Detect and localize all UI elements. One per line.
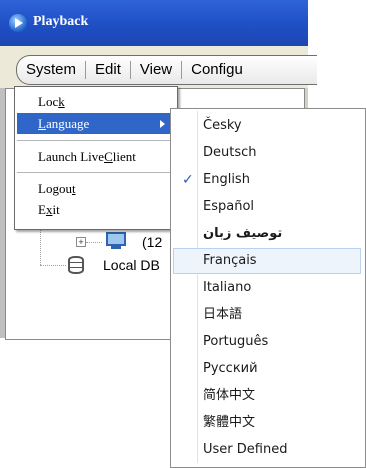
title-bar[interactable]: Playback bbox=[0, 0, 308, 46]
database-icon bbox=[68, 256, 84, 274]
language-label: Česky bbox=[203, 118, 242, 133]
language-label: User Defined bbox=[203, 442, 288, 457]
language-item-italiano[interactable]: Italiano bbox=[173, 275, 361, 301]
tree-connector bbox=[40, 265, 66, 266]
menu-item-language[interactable]: Language bbox=[17, 113, 173, 134]
expand-toggle-icon[interactable]: + bbox=[76, 237, 86, 247]
local-db-label[interactable]: Local DB bbox=[103, 257, 160, 273]
menu-item-label: Launch LiveClient bbox=[38, 149, 136, 164]
language-label: توصیف زبان bbox=[203, 226, 283, 241]
menu-edit[interactable]: Edit bbox=[86, 56, 130, 84]
menu-item-label: Lock bbox=[38, 94, 65, 109]
language-label: Italiano bbox=[203, 280, 252, 295]
language-label: Français bbox=[203, 253, 257, 268]
language-item-traditional-chinese[interactable]: 繁體中文 bbox=[173, 410, 361, 436]
language-label: Deutsch bbox=[203, 145, 257, 160]
language-label: Español bbox=[203, 199, 255, 214]
language-label: Русский bbox=[203, 361, 258, 376]
language-item-persian[interactable]: توصیف زبان bbox=[173, 221, 361, 247]
language-item-simplified-chinese[interactable]: 简体中文 bbox=[173, 383, 361, 409]
menu-item-label: Exit bbox=[38, 202, 60, 217]
tree-connector bbox=[86, 242, 102, 243]
menu-divider bbox=[17, 172, 173, 173]
monitor-icon bbox=[106, 232, 126, 246]
language-item-espanol[interactable]: Español bbox=[173, 194, 361, 220]
device-node-label[interactable]: (12 bbox=[142, 234, 162, 250]
language-label: 简体中文 bbox=[203, 388, 256, 403]
language-item-user-defined[interactable]: User Defined bbox=[173, 437, 361, 463]
menu-system[interactable]: System bbox=[17, 56, 85, 84]
language-label: 日本語 bbox=[203, 307, 243, 322]
menu-item-label: Language bbox=[38, 116, 90, 131]
language-label: English bbox=[203, 172, 250, 187]
monitor-stand-icon bbox=[111, 246, 121, 249]
menu-divider bbox=[17, 140, 173, 141]
menu-view[interactable]: View bbox=[131, 56, 181, 84]
menu-configuration[interactable]: Configu bbox=[182, 56, 252, 84]
system-dropdown-menu: Lock Language Launch LiveClient Logout E… bbox=[14, 86, 178, 230]
language-item-francais[interactable]: Français bbox=[173, 248, 361, 274]
menu-item-lock[interactable]: Lock bbox=[17, 91, 173, 112]
language-submenu: Česky Deutsch ✓ English Español توصیف زب… bbox=[170, 108, 366, 468]
menu-item-exit[interactable]: Exit bbox=[17, 199, 173, 220]
menu-item-logout[interactable]: Logout bbox=[17, 178, 173, 199]
language-item-deutsch[interactable]: Deutsch bbox=[173, 140, 361, 166]
menu-item-label: Logout bbox=[38, 181, 76, 196]
language-label: 繁體中文 bbox=[203, 415, 256, 430]
language-item-english[interactable]: ✓ English bbox=[173, 167, 361, 193]
playback-app-icon bbox=[9, 14, 27, 32]
menu-item-launch-liveclient[interactable]: Launch LiveClient bbox=[17, 146, 173, 167]
window-title: Playback bbox=[33, 14, 89, 29]
menubar: System Edit View Configu bbox=[16, 55, 317, 85]
language-item-portugues[interactable]: Português bbox=[173, 329, 361, 355]
checkmark-icon: ✓ bbox=[182, 172, 194, 188]
tree-connector bbox=[40, 225, 41, 265]
language-item-japanese[interactable]: 日本語 bbox=[173, 302, 361, 328]
submenu-arrow-icon bbox=[160, 120, 165, 128]
language-label: Português bbox=[203, 334, 269, 349]
language-item-cesky[interactable]: Česky bbox=[173, 113, 361, 139]
language-item-russian[interactable]: Русский bbox=[173, 356, 361, 382]
